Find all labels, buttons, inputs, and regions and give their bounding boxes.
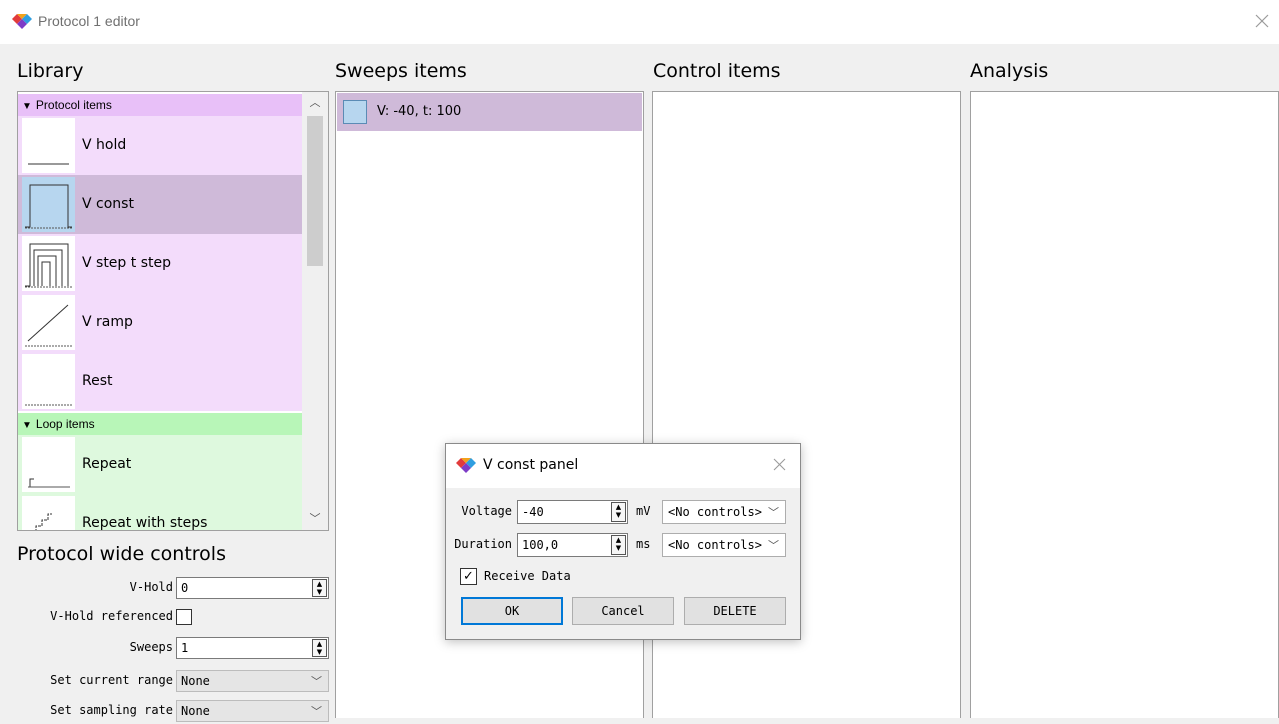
current-range-value: None [181,674,210,688]
library-item-label: Rest [82,373,113,389]
sweeps-value: 1 [181,641,189,655]
library-item-label: V step t step [82,255,171,271]
protocol-items-group[interactable]: ▼ Protocol items [18,94,302,116]
spin-arrows-icon[interactable]: ▲ ▼ [312,639,327,657]
library-item-v-step[interactable]: V step t step [18,234,302,293]
sweep-item-label: V: -40, t: 100 [377,104,462,119]
library-item-label: V ramp [82,314,133,330]
spin-arrows-icon[interactable]: ▲ ▼ [312,579,327,597]
sampling-rate-combo[interactable]: None ﹀ [176,700,329,722]
window-titlebar: Protocol 1 editor [0,0,1279,44]
vhold-ref-checkbox[interactable] [176,609,192,625]
dialog-titlebar: V const panel [446,444,800,488]
repeat-icon [22,437,75,492]
app-logo-icon [12,14,32,29]
sweeps-row: Sweeps 1 ▲ ▼ [17,637,329,661]
close-icon[interactable] [773,458,786,471]
protocol-wide-heading: Protocol wide controls [17,543,226,565]
vhold-spinbox[interactable]: 0 ▲ ▼ [176,577,329,599]
library-item-v-ramp[interactable]: V ramp [18,293,302,352]
voltage-control-combo[interactable]: <No controls> ﹀ [662,500,786,524]
vhold-ref-label: V-Hold referenced [50,609,173,623]
scroll-up-icon[interactable]: ︿ [302,92,328,114]
library-item-label: V const [82,196,134,212]
control-heading: Control items [653,60,781,82]
vhold-value: 0 [181,581,189,595]
ok-button[interactable]: OK [461,597,563,625]
scroll-down-icon[interactable]: ﹀ [302,508,328,530]
dialog-title: V const panel [483,457,579,473]
library-item-v-hold[interactable]: V hold [18,116,302,175]
receive-data-row: ✓ Receive Data [446,565,800,589]
current-range-row: Set current range None ﹀ [17,670,329,694]
v-const-dialog: V const panel Voltage -40 ▲ ▼ mV <No cont… [445,443,801,640]
duration-control-combo[interactable]: <No controls> ﹀ [662,533,786,557]
v-step-icon [22,236,75,291]
loop-items-group[interactable]: ▼ Loop items [18,413,302,435]
duration-unit: ms [636,537,651,551]
vhold-ref-row: V-Hold referenced [17,606,329,630]
chevron-down-icon: ﹀ [768,506,779,519]
sampling-rate-label: Set sampling rate [50,703,173,717]
chevron-down-icon: ﹀ [768,539,779,552]
voltage-label: Voltage [461,504,512,518]
scrollbar-thumb[interactable] [307,116,323,266]
group-label: Loop items [35,417,95,431]
library-list[interactable]: ▼ Protocol items V hold V const V step t … [17,91,329,531]
sweeps-label: Sweeps [129,640,173,654]
library-heading: Library [17,60,84,82]
duration-row: Duration 100,0 ▲ ▼ ms <No controls> ﹀ [446,533,800,557]
voltage-spinbox[interactable]: -40 ▲ ▼ [517,500,628,524]
library-item-label: Repeat with steps [82,515,208,531]
expand-triangle-icon: ▼ [22,101,32,112]
chevron-down-icon: ﹀ [311,675,322,688]
duration-label: Duration [454,537,512,551]
library-item-label: Repeat [82,456,132,472]
current-range-label: Set current range [50,673,173,687]
duration-control-value: <No controls> [668,538,762,552]
v-hold-icon [22,118,75,173]
voltage-control-value: <No controls> [668,505,762,519]
chevron-down-icon: ﹀ [311,705,322,718]
library-item-v-const[interactable]: V const [18,175,302,234]
spin-arrows-icon[interactable]: ▲ ▼ [611,535,626,555]
close-icon[interactable] [1255,14,1269,28]
receive-data-label: Receive Data [484,569,571,583]
expand-triangle-icon: ▼ [22,420,32,431]
sweeps-spinbox[interactable]: 1 ▲ ▼ [176,637,329,659]
v-ramp-icon [22,295,75,350]
library-item-repeat-steps[interactable]: Repeat with steps [18,494,302,531]
cancel-button[interactable]: Cancel [572,597,674,625]
window-title: Protocol 1 editor [38,13,140,29]
library-scrollbar[interactable]: ︿ ﹀ [302,92,328,530]
analysis-heading: Analysis [970,60,1049,82]
current-range-combo[interactable]: None ﹀ [176,670,329,692]
app-logo-icon [456,458,476,473]
repeat-steps-icon [22,496,75,530]
rest-icon [22,354,75,409]
sampling-rate-value: None [181,704,210,718]
vhold-row: V-Hold 0 ▲ ▼ [17,577,329,601]
sweeps-heading: Sweeps items [335,60,467,82]
vhold-label: V-Hold [129,580,173,594]
duration-value: 100,0 [522,538,559,552]
receive-data-checkbox[interactable]: ✓ [460,568,477,585]
voltage-row: Voltage -40 ▲ ▼ mV <No controls> ﹀ [446,500,800,524]
library-item-rest[interactable]: Rest [18,352,302,411]
v-const-icon [22,177,75,232]
v-const-icon [343,100,367,124]
sweep-item[interactable]: V: -40, t: 100 [337,93,642,131]
library-item-repeat[interactable]: Repeat [18,435,302,494]
duration-spinbox[interactable]: 100,0 ▲ ▼ [517,533,628,557]
group-label: Protocol items [35,98,112,112]
delete-button[interactable]: DELETE [684,597,786,625]
voltage-unit: mV [636,504,651,518]
voltage-value: -40 [522,505,544,519]
sampling-rate-row: Set sampling rate None ﹀ [17,700,329,724]
library-item-label: V hold [82,137,127,153]
analysis-panel[interactable] [970,91,1279,718]
spin-arrows-icon[interactable]: ▲ ▼ [611,502,626,522]
